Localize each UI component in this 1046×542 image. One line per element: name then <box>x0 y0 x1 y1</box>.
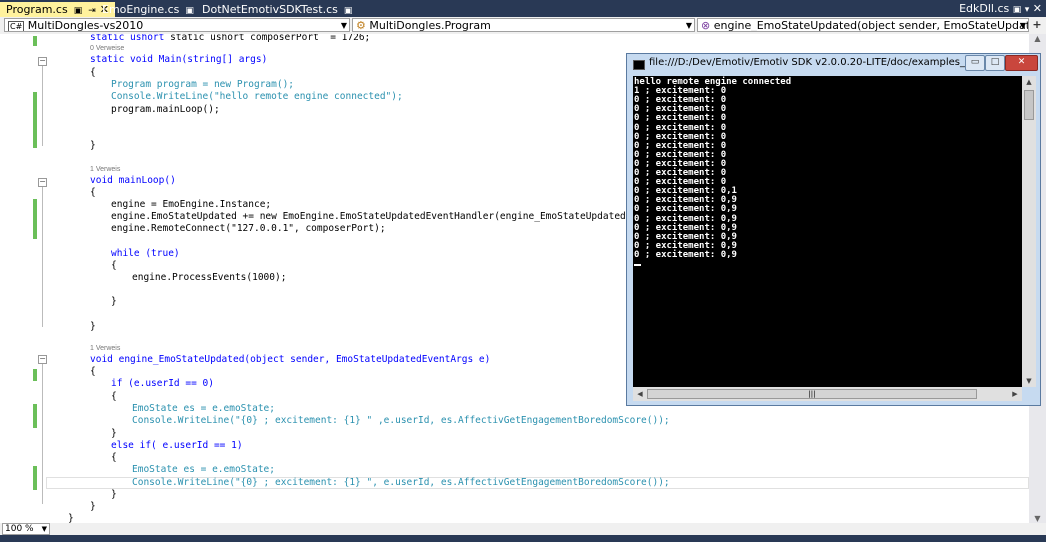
code-line: void mainLoop() <box>90 175 176 186</box>
scroll-down-icon[interactable]: ▼ <box>1022 377 1036 385</box>
zoom-dropdown[interactable]: 100 % ▼ <box>2 523 50 535</box>
code-line: Program program = new Program(); <box>111 79 295 90</box>
close-icon[interactable]: ✕ <box>1033 2 1042 15</box>
tab-label: EdkDll.cs <box>959 2 1010 15</box>
class-label: MultiDongles.Program <box>369 19 491 32</box>
split-window-button[interactable]: + <box>1030 18 1044 32</box>
code-line: { <box>90 187 96 198</box>
reference-count[interactable]: 1 Verweis <box>90 345 120 352</box>
event-method-icon: ⊗ <box>701 19 711 32</box>
code-line: { <box>90 366 96 377</box>
change-marker <box>33 199 37 239</box>
console-line: 0 ; excitement: 0,9 <box>634 249 737 260</box>
collapse-toggle[interactable]: − <box>38 355 47 364</box>
code-line: } <box>68 513 74 523</box>
code-line: EmoState es = e.emoState; <box>132 464 275 475</box>
code-line: Console.WriteLine("{0} ; excitement: {1}… <box>132 415 670 426</box>
code-line: Console.WriteLine("{0} ; excitement: {1}… <box>132 477 670 488</box>
chevron-down-icon: ▼ <box>340 21 347 30</box>
scroll-thumb[interactable] <box>1024 90 1034 120</box>
console-title-bar[interactable]: file:///D:/Dev/Emotiv/Emotiv SDK v2.0.0.… <box>627 54 1040 74</box>
code-line: { <box>111 260 117 271</box>
code-line: { <box>111 452 117 463</box>
code-line: } <box>90 501 96 512</box>
console-vertical-scrollbar[interactable]: ▲ ▼ <box>1022 76 1036 387</box>
tab-label: EmoEngine.cs <box>102 3 180 16</box>
code-line: if (e.userId == 0) <box>111 378 214 389</box>
zoom-label: 100 % <box>5 524 34 534</box>
code-line: engine.RemoteConnect("127.0.0.1", compos… <box>111 223 386 234</box>
member-label: engine_EmoStateUpdated(object sender, Em… <box>713 19 1028 32</box>
code-text: static ushort composerPort = 1726; <box>170 34 371 43</box>
reference-count[interactable]: 0 Verweise <box>90 45 124 52</box>
tab-label: Program.cs <box>6 3 68 16</box>
navigation-bar: C# MultiDongles-vs2010 ▼ ⚙ MultiDongles.… <box>0 17 1046 35</box>
chevron-down-icon: ▼ <box>41 525 47 533</box>
tab-dotnetemotivsdktest-cs[interactable]: DotNetEmotivSDKTest.cs ▣ <box>196 2 358 17</box>
project-dropdown[interactable]: C# MultiDongles-vs2010 ▼ <box>4 18 350 32</box>
change-marker <box>33 466 37 490</box>
tab-emoengine-cs[interactable]: EmoEngine.cs ▣ <box>96 2 200 17</box>
console-cursor <box>634 264 641 266</box>
console-output[interactable]: hello remote engine connected 1 ; excitem… <box>633 76 1022 387</box>
code-line: static void Main(string[] args) <box>90 54 268 65</box>
code-line: } <box>111 489 117 500</box>
project-label: MultiDongles-vs2010 <box>27 19 144 32</box>
code-line: } <box>111 428 117 439</box>
code-line: engine.ProcessEvents(1000); <box>132 272 287 283</box>
code-line: } <box>111 296 117 307</box>
member-dropdown[interactable]: ⊗ engine_EmoStateUpdated(object sender, … <box>697 18 1029 32</box>
chevron-down-icon: ▼ <box>685 21 692 30</box>
code-line: while (true) <box>111 248 180 259</box>
console-app-icon <box>633 60 645 70</box>
code-line: } <box>90 140 96 151</box>
tab-label: DotNetEmotivSDKTest.cs <box>202 3 338 16</box>
document-tab-bar: Program.cs ▣ ⇥ ✕ EmoEngine.cs ▣ DotNetEmotiv… <box>0 0 1046 17</box>
fold-guide <box>42 364 43 504</box>
maximize-button[interactable]: □ <box>985 55 1005 71</box>
code-line: Console.WriteLine("hello remote engine c… <box>111 91 403 102</box>
scroll-up-icon[interactable]: ▲ <box>1029 34 1046 43</box>
code-line: { <box>90 67 96 78</box>
close-button[interactable]: ✕ <box>1005 55 1038 71</box>
fold-guide <box>42 187 43 327</box>
code-line: engine = EmoEngine.Instance; <box>111 199 272 210</box>
scroll-thumb[interactable]: ||| <box>647 389 977 399</box>
scroll-up-icon[interactable]: ▲ <box>1022 78 1036 86</box>
scroll-down-icon[interactable]: ▼ <box>1029 514 1046 523</box>
scroll-left-icon[interactable]: ◀ <box>633 390 647 398</box>
pin-icon[interactable]: ▣ <box>1013 5 1022 15</box>
code-line: static ushort static ushort composerPort… <box>90 34 371 43</box>
status-bar <box>0 535 1046 542</box>
reference-count[interactable]: 1 Verweis <box>90 166 120 173</box>
change-marker <box>33 404 37 428</box>
fold-guide <box>42 66 43 146</box>
editor-horizontal-bar: 100 % ▼ <box>0 523 1046 535</box>
change-marker <box>33 36 37 46</box>
class-icon: ⚙ <box>356 19 366 32</box>
change-marker <box>33 369 37 381</box>
csharp-project-icon: C# <box>8 21 25 31</box>
minimize-button[interactable]: ▭ <box>965 55 985 71</box>
collapse-toggle[interactable]: − <box>38 178 47 187</box>
code-line: else if( e.userId == 1) <box>111 440 243 451</box>
code-line: program.mainLoop(); <box>111 104 220 115</box>
tab-list-icon[interactable]: ▾ <box>1025 5 1030 15</box>
scroll-right-icon[interactable]: ▶ <box>1008 390 1022 398</box>
code-line: void engine_EmoStateUpdated(object sende… <box>90 354 491 365</box>
code-line: { <box>111 391 117 402</box>
code-line: engine.EmoStateUpdated += new EmoEngine.… <box>111 211 638 222</box>
code-line: } <box>90 321 96 332</box>
collapse-toggle[interactable]: − <box>38 57 47 66</box>
change-marker <box>33 92 37 148</box>
console-window[interactable]: file:///D:/Dev/Emotiv/Emotiv SDK v2.0.0.… <box>626 53 1041 406</box>
code-line: EmoState es = e.emoState; <box>132 403 275 414</box>
console-horizontal-scrollbar[interactable]: ◀ ||| ▶ <box>633 387 1022 401</box>
class-dropdown[interactable]: ⚙ MultiDongles.Program ▼ <box>352 18 695 32</box>
chevron-down-icon: ▼ <box>1019 21 1026 30</box>
tab-edkdll-cs[interactable]: EdkDll.cs ▣ ▾ ✕ <box>959 2 1042 15</box>
